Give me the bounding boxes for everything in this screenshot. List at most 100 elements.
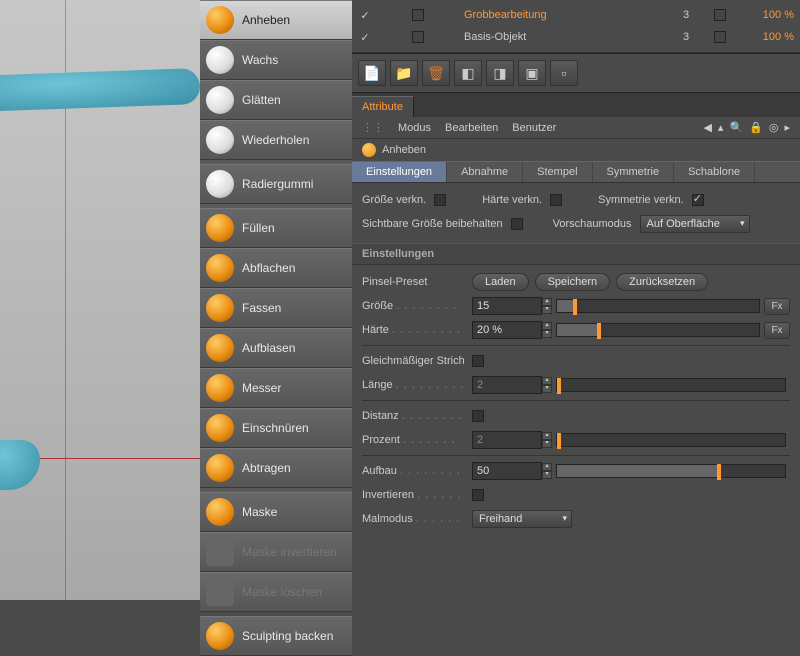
mesh-object[interactable] <box>0 68 201 112</box>
checkbox-distanz[interactable] <box>472 410 484 422</box>
lock-icon[interactable]: 🔒 <box>749 121 763 134</box>
visibility-checkbox[interactable]: ✓ <box>358 31 372 44</box>
tool-abflachen[interactable]: Abflachen <box>200 248 352 288</box>
subtab-schablone[interactable]: Schablone <box>674 162 755 182</box>
subtab-einstellungen[interactable]: Einstellungen <box>352 162 447 182</box>
subtab-abnahme[interactable]: Abnahme <box>447 162 523 182</box>
current-tool-header: Anheben <box>352 139 800 161</box>
dropdown-malmodus[interactable]: Freihand <box>472 510 572 528</box>
tool-messer[interactable]: Messer <box>200 368 352 408</box>
tool-radiergummi[interactable]: Radiergummi <box>200 164 352 204</box>
layer-toolbar: 📄 📁 🗑 ◧ ◨ ▣ ▫ <box>352 53 800 93</box>
slider-groesse[interactable] <box>556 299 760 313</box>
fx-button[interactable]: Fx <box>764 322 790 339</box>
tool-aufblasen[interactable]: Aufblasen <box>200 328 352 368</box>
checkbox-sichtbare-groesse[interactable] <box>511 218 523 230</box>
tool-label: Maske <box>242 505 277 519</box>
visibility-checkbox[interactable]: ✓ <box>358 9 372 22</box>
panel-tabs: Attribute <box>352 93 800 117</box>
input-groesse[interactable] <box>472 297 542 315</box>
tool-label: Einschnüren <box>242 421 309 435</box>
fx-button[interactable]: Fx <box>764 298 790 315</box>
zuruecksetzen-button[interactable]: Zurücksetzen <box>616 273 708 291</box>
tool-glätten[interactable]: Glätten <box>200 80 352 120</box>
mesh-object[interactable] <box>0 440 40 490</box>
nav-back-icon[interactable]: ◀ <box>703 121 711 134</box>
checkbox-haerte-verkn[interactable] <box>550 194 562 206</box>
tool-anheben[interactable]: Anheben <box>200 0 352 40</box>
tool-wachs[interactable]: Wachs <box>200 40 352 80</box>
tool-maske-löschen[interactable]: Maske löschen <box>200 572 352 612</box>
label-groesse: Größe . . . . . . . . <box>362 300 472 312</box>
input-aufbau[interactable] <box>472 462 542 480</box>
spinner-groesse[interactable]: ▴▾ <box>542 298 552 314</box>
tool-label: Abtragen <box>242 461 291 475</box>
speichern-button[interactable]: Speichern <box>535 273 611 291</box>
tool-fassen[interactable]: Fassen <box>200 288 352 328</box>
spinner-prozent[interactable]: ▴▾ <box>542 432 552 448</box>
layer-checkbox[interactable] <box>412 31 424 43</box>
checkbox-groesse-verkn[interactable] <box>434 194 446 206</box>
tool-maske-invertieren[interactable]: Maske invertieren <box>200 532 352 572</box>
spinner-aufbau[interactable]: ▴▾ <box>542 463 552 479</box>
laden-button[interactable]: Laden <box>472 273 529 291</box>
nav-up-icon[interactable]: ▴ <box>718 121 724 134</box>
tool-einschnüren[interactable]: Einschnüren <box>200 408 352 448</box>
tool-label: Sculpting backen <box>242 629 333 643</box>
tool-wiederholen[interactable]: Wiederholen <box>200 120 352 160</box>
spinner-laenge[interactable]: ▴▾ <box>542 377 552 393</box>
slider-aufbau[interactable] <box>556 464 786 478</box>
tool-label: Wiederholen <box>242 133 309 147</box>
tool-maske[interactable]: Maske <box>200 492 352 532</box>
input-haerte[interactable] <box>472 321 542 339</box>
label-laenge: Länge . . . . . . . . . <box>362 379 472 391</box>
label-sichtbare-groesse: Sichtbare Größe beibehalten <box>362 218 503 230</box>
layer-checkbox[interactable] <box>714 31 726 43</box>
input-laenge[interactable] <box>472 376 542 394</box>
spinner-haerte[interactable]: ▴▾ <box>542 322 552 338</box>
tool-icon <box>206 454 234 482</box>
layer-row[interactable]: ✓Basis-Objekt3100 % <box>358 26 794 48</box>
tab-attribute[interactable]: Attribute <box>352 96 414 117</box>
tool-icon <box>206 622 234 650</box>
add-layer-icon[interactable]: 📄 <box>358 60 386 86</box>
input-prozent[interactable] <box>472 431 542 449</box>
more-icon[interactable]: ▸ <box>784 121 790 134</box>
target-icon[interactable]: ◎ <box>769 121 779 134</box>
layer-table: ✓Grobbearbeitung3100 %✓Basis-Objekt3100 … <box>352 0 800 53</box>
tool-füllen[interactable]: Füllen <box>200 208 352 248</box>
layer-checkbox[interactable] <box>714 9 726 21</box>
label-groesse-verkn: Größe verkn. <box>362 194 426 206</box>
layer-row[interactable]: ✓Grobbearbeitung3100 % <box>358 4 794 26</box>
checkbox-symmetrie-verkn[interactable] <box>692 194 704 206</box>
dropdown-vorschaumodus[interactable]: Auf Oberfläche <box>640 215 750 233</box>
tool-icon <box>362 143 376 157</box>
layer-strength: 100 % <box>734 9 794 21</box>
tool-abtragen[interactable]: Abtragen <box>200 448 352 488</box>
checkbox-invertieren[interactable] <box>472 489 484 501</box>
layer-action-icon[interactable]: ◨ <box>486 60 514 86</box>
layer-action-icon[interactable]: ▫ <box>550 60 578 86</box>
checkbox-strich[interactable] <box>472 355 484 367</box>
attribute-menu: ⋮⋮ Modus Bearbeiten Benutzer ◀ ▴ 🔍 🔒 ◎ ▸ <box>352 117 800 139</box>
slider-haerte[interactable] <box>556 323 760 337</box>
folder-icon[interactable]: 📁 <box>390 60 418 86</box>
tool-sculpting-backen[interactable]: Sculpting backen <box>200 616 352 656</box>
menu-benutzer[interactable]: Benutzer <box>512 122 556 134</box>
menu-bearbeiten[interactable]: Bearbeiten <box>445 122 498 134</box>
label-prozent: Prozent . . . . . . . <box>362 434 472 446</box>
layer-action-icon[interactable]: ◧ <box>454 60 482 86</box>
tool-label: Maske löschen <box>242 585 322 599</box>
slider-laenge[interactable] <box>556 378 786 392</box>
layer-name: Basis-Objekt <box>464 31 658 43</box>
delete-icon[interactable]: 🗑 <box>422 60 450 86</box>
viewport-3d[interactable] <box>0 0 200 600</box>
slider-prozent[interactable] <box>556 433 786 447</box>
menu-modus[interactable]: Modus <box>398 122 431 134</box>
layer-action-icon[interactable]: ▣ <box>518 60 546 86</box>
subtab-symmetrie[interactable]: Symmetrie <box>593 162 675 182</box>
layer-checkbox[interactable] <box>412 9 424 21</box>
layer-name: Grobbearbeitung <box>464 9 658 21</box>
subtab-stempel[interactable]: Stempel <box>523 162 592 182</box>
search-icon[interactable]: 🔍 <box>729 121 743 134</box>
